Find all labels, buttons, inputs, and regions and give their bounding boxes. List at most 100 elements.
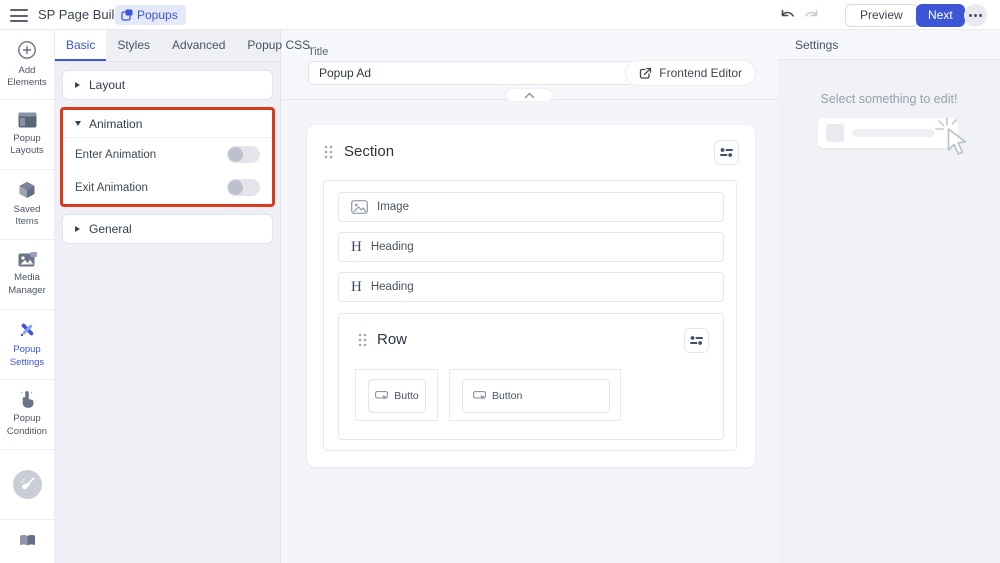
row-drag-handle-icon[interactable] — [358, 333, 367, 352]
media-icon — [18, 252, 37, 267]
image-icon — [351, 200, 368, 214]
toggle-knob — [228, 180, 243, 195]
section-drag-handle-icon[interactable] — [324, 145, 333, 164]
popups-badge-label: Popups — [137, 8, 178, 22]
element-label: Image — [377, 201, 409, 213]
sidebar-item-media-manager[interactable]: Media Manager — [0, 240, 54, 310]
tools-icon — [18, 320, 37, 339]
frontend-editor-button[interactable]: Frontend Editor — [625, 60, 756, 86]
enter-animation-row: Enter Animation — [63, 138, 272, 171]
row-column-1: Butto — [355, 369, 438, 421]
icon-sidebar: Add Elements Popup Layouts Saved Items M… — [0, 30, 55, 563]
book-icon — [19, 534, 36, 547]
tab-styles[interactable]: Styles — [106, 30, 161, 61]
menu-icon[interactable] — [10, 9, 28, 22]
heading-element-2[interactable]: H Heading — [338, 272, 724, 302]
frontend-editor-label: Frontend Editor — [659, 66, 742, 80]
animation-accordion-label: Animation — [89, 117, 142, 131]
collapse-titlebar-button[interactable] — [505, 88, 553, 102]
row-column-2: Button — [449, 369, 621, 421]
sidebar-item-label: Saved Items — [0, 204, 54, 229]
heading-icon: H — [351, 280, 362, 295]
general-accordion-label: General — [89, 222, 132, 236]
image-element[interactable]: Image — [338, 192, 724, 222]
caret-right-icon — [75, 226, 80, 232]
undo-icon[interactable] — [780, 8, 796, 26]
enter-animation-label: Enter Animation — [75, 149, 156, 161]
preview-button[interactable]: Preview — [845, 4, 918, 27]
element-label: Button — [492, 390, 522, 402]
tab-popup-css[interactable]: Popup CSS — [236, 30, 321, 61]
plus-circle-icon — [17, 40, 37, 60]
layout-accordion[interactable]: Layout — [62, 70, 273, 100]
heading-element-1[interactable]: H Heading — [338, 232, 724, 262]
settings-panel: Settings Select something to edit! — [778, 30, 1000, 563]
cursor-illustration — [934, 116, 976, 167]
broom-icon — [20, 477, 35, 492]
sidebar-item-popup-settings[interactable]: Popup Settings — [0, 310, 54, 380]
sidebar-item-add-elements[interactable]: Add Elements — [0, 30, 54, 100]
exit-animation-toggle[interactable] — [227, 179, 260, 196]
element-label: Heading — [371, 281, 414, 293]
sidebar-item-label: Media Manager — [0, 272, 54, 297]
element-label: Heading — [371, 241, 414, 253]
section-block[interactable]: Section Image H Heading H Heading Row — [307, 125, 755, 467]
row-block[interactable]: Row Butto Button — [338, 313, 724, 440]
chevron-up-icon — [524, 92, 535, 99]
animation-accordion-header[interactable]: Animation — [63, 110, 272, 138]
empty-state-message: Select something to edit! — [778, 92, 1000, 106]
sidebar-item-label: Popup Layouts — [0, 133, 54, 158]
button-icon — [473, 391, 486, 401]
next-button[interactable]: Next — [916, 4, 965, 27]
pointer-hand-icon — [20, 391, 35, 408]
redo-icon[interactable] — [803, 8, 819, 26]
cube-icon — [18, 181, 36, 199]
sidebar-item-popup-condition[interactable]: Popup Condition — [0, 380, 54, 450]
exit-animation-row: Exit Animation — [63, 171, 272, 204]
clear-style-button[interactable] — [13, 470, 42, 499]
sidebar-item-saved-items[interactable]: Saved Items — [0, 170, 54, 240]
click-cursor-icon — [934, 116, 976, 162]
layout-icon — [18, 112, 37, 128]
caret-down-icon — [75, 121, 81, 126]
toggle-knob — [228, 147, 243, 162]
sidebar-item-label: Popup Settings — [0, 344, 54, 369]
heading-icon: H — [351, 240, 362, 255]
row-label: Row — [377, 331, 407, 348]
popup-icon — [121, 9, 133, 21]
title-bar: Title Frontend Editor — [281, 30, 778, 100]
clear-style-area — [0, 450, 54, 520]
exit-animation-label: Exit Animation — [75, 182, 148, 194]
row-options-button[interactable] — [684, 328, 709, 353]
editor-canvas: Section Image H Heading H Heading Row — [281, 100, 778, 563]
popup-title-input[interactable] — [308, 61, 634, 85]
enter-animation-toggle[interactable] — [227, 146, 260, 163]
external-edit-icon — [639, 67, 652, 80]
annotation-highlight: Animation Enter Animation Exit Animation — [60, 107, 275, 207]
sliders-icon — [690, 335, 703, 346]
element-label: Butto — [394, 390, 419, 402]
top-bar: SP Page Builder Popups Preview Next — [0, 0, 1000, 30]
button-element-2[interactable]: Button — [462, 379, 610, 413]
placeholder-textline — [852, 129, 934, 137]
sliders-icon — [720, 147, 733, 158]
sidebar-item-popup-layouts[interactable]: Popup Layouts — [0, 100, 54, 170]
layout-accordion-label: Layout — [89, 78, 125, 92]
popups-badge[interactable]: Popups — [115, 5, 186, 25]
button-icon — [375, 391, 388, 401]
caret-right-icon — [75, 82, 80, 88]
animation-accordion: Animation Enter Animation Exit Animation — [63, 110, 272, 204]
left-panel: Basic Styles Advanced Popup CSS Layout A… — [55, 30, 281, 563]
tab-advanced[interactable]: Advanced — [161, 30, 236, 61]
sidebar-item-label: Popup Condition — [0, 413, 54, 438]
tab-basic[interactable]: Basic — [55, 30, 106, 61]
section-options-button[interactable] — [714, 140, 739, 165]
placeholder-thumbnail — [826, 124, 844, 142]
settings-panel-title: Settings — [778, 30, 1000, 60]
more-options-button[interactable] — [964, 4, 987, 27]
general-accordion[interactable]: General — [62, 214, 273, 244]
documentation-button[interactable] — [0, 520, 54, 560]
button-element-1[interactable]: Butto — [368, 379, 426, 413]
section-label: Section — [344, 143, 394, 160]
section-column: Image H Heading H Heading Row — [323, 180, 737, 451]
